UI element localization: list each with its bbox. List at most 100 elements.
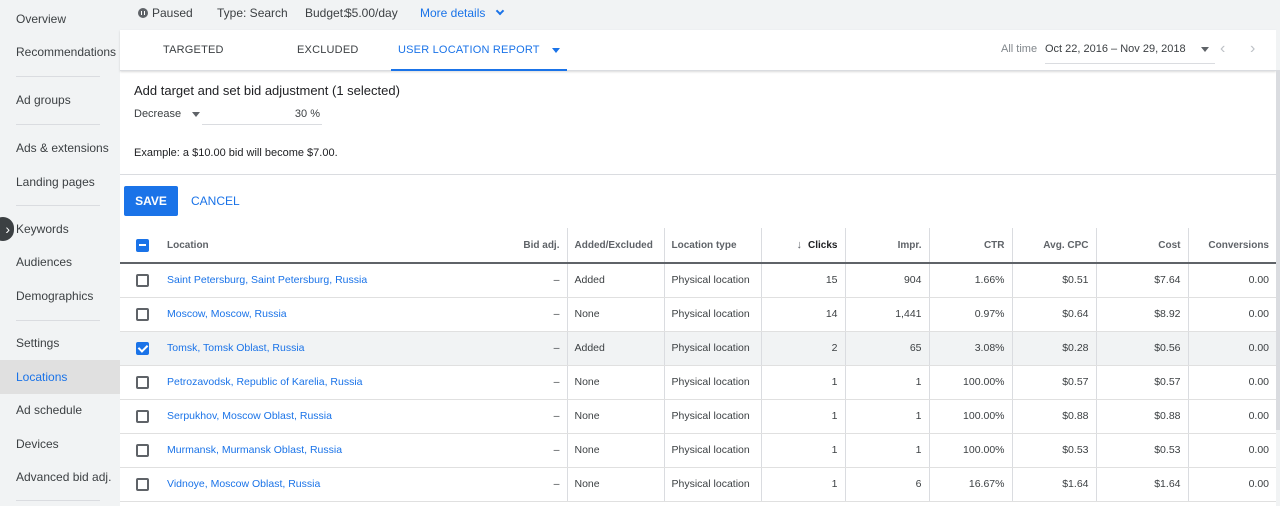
- checkbox-unchecked-icon: [136, 375, 149, 389]
- nav-ad-schedule[interactable]: Ad schedule: [0, 393, 120, 427]
- save-button[interactable]: SAVE: [124, 186, 178, 216]
- col-clicks-label: Clicks: [808, 240, 838, 251]
- nav-ad-groups[interactable]: Ad groups: [0, 83, 120, 117]
- cell-location[interactable]: Tomsk, Tomsk Oblast, Russia: [160, 331, 470, 366]
- cell-bid-adj: –: [470, 331, 568, 366]
- nav-demographics[interactable]: Demographics: [0, 279, 120, 313]
- cell-impr: 904: [845, 263, 930, 298]
- cell-location-type: Physical location: [664, 365, 762, 400]
- table-row[interactable]: Vidnoye, Moscow Oblast, Russia – None Physi…: [120, 467, 1276, 502]
- cell-added-excluded: Added: [567, 263, 665, 298]
- nav-settings[interactable]: Settings: [0, 326, 120, 360]
- bid-direction-value: Decrease: [134, 108, 182, 120]
- next-period-icon[interactable]: ›: [1250, 41, 1255, 57]
- cell-ctr: 0.97%: [929, 297, 1013, 332]
- row-checkbox[interactable]: [120, 365, 160, 400]
- select-all-checkbox[interactable]: [120, 228, 160, 264]
- nav-overview[interactable]: Overview: [0, 2, 120, 36]
- table-row[interactable]: Tomsk, Tomsk Oblast, Russia – Added Physica…: [120, 331, 1276, 366]
- bid-amount-input[interactable]: 30 %: [202, 103, 322, 125]
- cell-avg-cpc: $0.57: [1012, 365, 1097, 400]
- cell-location[interactable]: Murmansk, Murmansk Oblast, Russia: [160, 433, 470, 468]
- nav-audiences[interactable]: Audiences: [0, 245, 120, 279]
- nav-devices[interactable]: Devices: [0, 427, 120, 461]
- tab-bar: TARGETED EXCLUDED USER LOCATION REPORT A…: [120, 30, 1276, 71]
- tab-user-location-report[interactable]: USER LOCATION REPORT: [391, 30, 567, 71]
- col-location[interactable]: Location: [160, 228, 470, 264]
- scrollbar-thumb[interactable]: [1276, 70, 1280, 430]
- col-added-excluded[interactable]: Added/Excluded: [567, 228, 665, 264]
- dropdown-caret-icon: [551, 47, 560, 53]
- cell-location-type: Physical location: [664, 433, 762, 468]
- nav-divider: [16, 320, 100, 321]
- row-checkbox[interactable]: [120, 297, 160, 332]
- col-avg-cpc[interactable]: Avg. CPC: [1012, 228, 1097, 264]
- cell-bid-adj: –: [470, 433, 568, 468]
- nav-landing-pages[interactable]: Landing pages: [0, 165, 120, 199]
- row-checkbox[interactable]: [120, 399, 160, 434]
- cell-ctr: 3.08%: [929, 331, 1013, 366]
- nav-recommendations[interactable]: Recommendations: [0, 35, 120, 69]
- cell-bid-adj: –: [470, 399, 568, 434]
- table-row[interactable]: Saint Petersburg, Saint Petersburg, Russ…: [120, 263, 1276, 298]
- table-row[interactable]: Moscow, Moscow, Russia – None Physical loca…: [120, 297, 1276, 332]
- cell-location[interactable]: Serpukhov, Moscow Oblast, Russia: [160, 399, 470, 434]
- cell-location[interactable]: Saint Petersburg, Saint Petersburg, Russ…: [160, 263, 470, 298]
- cell-impr: 1: [845, 399, 930, 434]
- col-impr[interactable]: Impr.: [845, 228, 930, 264]
- cell-location[interactable]: Petrozavodsk, Republic of Karelia, Russi…: [160, 365, 470, 400]
- tab-targeted[interactable]: TARGETED: [163, 30, 224, 71]
- cell-added-excluded: None: [567, 399, 665, 434]
- sort-descending-icon: ↓: [796, 239, 803, 251]
- budget-label: Budget:: [305, 6, 347, 20]
- cancel-button[interactable]: CANCEL: [191, 186, 240, 216]
- cell-ctr: 1.66%: [929, 263, 1013, 298]
- cell-conversions: 0.00: [1188, 263, 1276, 298]
- cell-clicks: 14: [761, 297, 846, 332]
- cell-avg-cpc: $1.64: [1012, 467, 1097, 502]
- col-ctr[interactable]: CTR: [929, 228, 1013, 264]
- col-clicks[interactable]: ↓ Clicks: [761, 228, 846, 264]
- col-location-type[interactable]: Location type: [664, 228, 762, 264]
- daterange-select[interactable]: Oct 22, 2016 – Nov 29, 2018: [1045, 36, 1215, 64]
- cell-impr: 6: [845, 467, 930, 502]
- location-report-table: Location Bid adj. Added/Excluded Locatio…: [120, 228, 1276, 502]
- cell-added-excluded: None: [567, 433, 665, 468]
- table-row[interactable]: Serpukhov, Moscow Oblast, Russia – None Phy…: [120, 399, 1276, 434]
- cell-conversions: 0.00: [1188, 467, 1276, 502]
- cell-ctr: 100.00%: [929, 433, 1013, 468]
- checkbox-unchecked-icon: [136, 443, 149, 457]
- cell-clicks: 2: [761, 331, 846, 366]
- col-cost[interactable]: Cost: [1096, 228, 1189, 264]
- cell-location-type: Physical location: [664, 467, 762, 502]
- table-header-row: Location Bid adj. Added/Excluded Locatio…: [120, 228, 1276, 264]
- cell-location-type: Physical location: [664, 297, 762, 332]
- nav-divider: [16, 500, 100, 501]
- cell-location[interactable]: Vidnoye, Moscow Oblast, Russia: [160, 467, 470, 502]
- row-checkbox[interactable]: [120, 263, 160, 298]
- bid-adjustment-panel: Add target and set bid adjustment (1 sel…: [120, 71, 1276, 175]
- nav-advanced-bid-adj[interactable]: Advanced bid adj.: [0, 460, 120, 494]
- table-row[interactable]: Murmansk, Murmansk Oblast, Russia – None Ph…: [120, 433, 1276, 468]
- cell-location[interactable]: Moscow, Moscow, Russia: [160, 297, 470, 332]
- table-row[interactable]: Petrozavodsk, Republic of Karelia, Russi…: [120, 365, 1276, 400]
- paused-icon: [138, 8, 148, 18]
- tab-excluded[interactable]: EXCLUDED: [297, 30, 359, 71]
- cell-bid-adj: –: [470, 263, 568, 298]
- nav-divider: [16, 205, 100, 206]
- previous-period-icon[interactable]: ‹: [1220, 41, 1225, 57]
- nav-keywords[interactable]: Keywords: [0, 212, 120, 246]
- daterange-value: Oct 22, 2016 – Nov 29, 2018: [1045, 43, 1186, 55]
- col-bid-adj[interactable]: Bid adj.: [470, 228, 568, 264]
- more-details-link[interactable]: More details: [420, 6, 504, 20]
- nav-ads-extensions[interactable]: Ads & extensions: [0, 131, 120, 165]
- row-checkbox[interactable]: [120, 467, 160, 502]
- campaign-type: Type: Search: [217, 6, 288, 20]
- campaign-status-bar: Paused Type: Search Budget: $5.00/day Mo…: [120, 0, 1280, 30]
- row-checkbox[interactable]: [120, 433, 160, 468]
- scrollbar[interactable]: [1276, 30, 1280, 506]
- row-checkbox[interactable]: [120, 331, 160, 366]
- col-conversions[interactable]: Conversions: [1188, 228, 1276, 264]
- bid-direction-select[interactable]: Decrease: [134, 103, 200, 125]
- nav-locations[interactable]: Locations: [0, 360, 120, 394]
